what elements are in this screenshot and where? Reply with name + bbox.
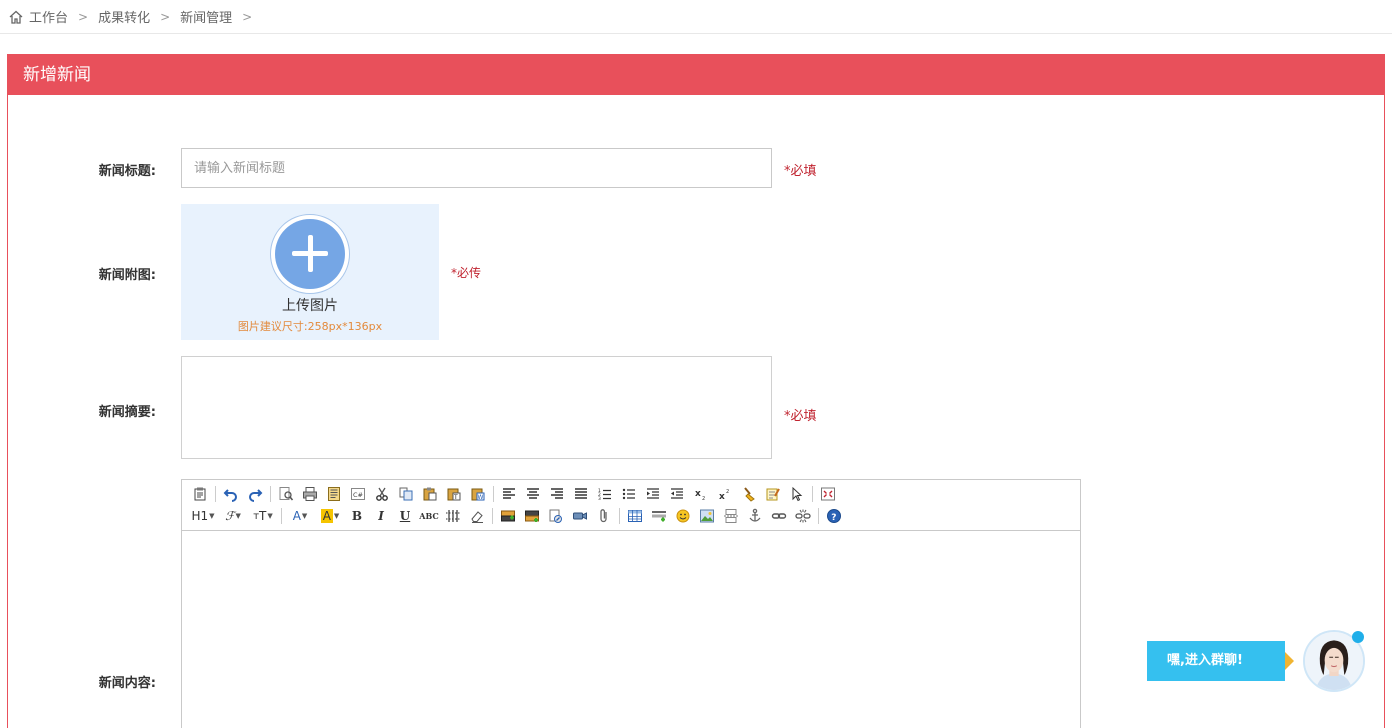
ordered-list-icon[interactable]: 123 (593, 484, 617, 504)
image-required-note: *必传 (451, 266, 482, 280)
breadcrumb-item-achievement[interactable]: 成果转化 (98, 7, 150, 26)
copy-icon[interactable] (394, 484, 418, 504)
page-break-icon[interactable] (719, 506, 743, 526)
horizontal-rule-icon[interactable] (441, 506, 465, 526)
attachment-icon[interactable] (592, 506, 616, 526)
subscript-icon[interactable]: x2 (689, 484, 713, 504)
align-left-icon[interactable] (497, 484, 521, 504)
panel-title: 新增新闻 (8, 55, 1384, 95)
paste-icon[interactable] (418, 484, 442, 504)
breadcrumb-separator-icon: > (242, 9, 253, 24)
anchor-frame-icon[interactable] (544, 506, 568, 526)
template-icon[interactable] (322, 484, 346, 504)
plus-icon (275, 219, 345, 289)
svg-text:W: W (478, 494, 484, 501)
font-family-dropdown[interactable]: ℱ ▼ (218, 506, 248, 526)
breadcrumb-separator-icon: > (78, 9, 89, 24)
paste-text-icon[interactable]: T (442, 484, 466, 504)
svg-text:3: 3 (598, 496, 601, 502)
help-icon[interactable]: ? (822, 506, 846, 526)
emotion-icon[interactable] (671, 506, 695, 526)
heading-dropdown[interactable]: H1 ▼ (188, 506, 218, 526)
undo-icon[interactable] (219, 484, 243, 504)
unordered-list-icon[interactable] (617, 484, 641, 504)
svg-text:?: ? (831, 513, 836, 523)
breadcrumb-separator-icon: > (160, 9, 171, 24)
chat-arrow-icon (1285, 652, 1294, 670)
redo-icon[interactable] (243, 484, 267, 504)
image-icon[interactable] (695, 506, 719, 526)
print-icon[interactable] (298, 484, 322, 504)
svg-text:x: x (719, 492, 725, 502)
format-brush-icon[interactable] (737, 484, 761, 504)
eraser-icon[interactable] (465, 506, 489, 526)
image-upload-button[interactable]: 上传图片 图片建议尺寸:258px*136px (181, 204, 439, 340)
anchor-icon[interactable] (743, 506, 767, 526)
svg-text:C#: C# (353, 491, 363, 499)
strikethrough-button[interactable]: ABC (417, 506, 441, 526)
font-size-dropdown[interactable]: т T ▼ (248, 506, 278, 526)
breadcrumb-item-news[interactable]: 新闻管理 (180, 7, 232, 26)
upload-size-hint: 图片建议尺寸:258px*136px (237, 320, 383, 333)
fullscreen-icon[interactable] (816, 484, 840, 504)
select-all-icon[interactable] (785, 484, 809, 504)
underline-button[interactable]: U (393, 506, 417, 526)
svg-text:2: 2 (726, 489, 729, 495)
bold-button[interactable]: B (345, 506, 369, 526)
rich-text-editor: C# T W 123 x2 x2 H1 ▼ ℱ ▼ т T ▼ A ▼ A ▼ … (181, 479, 1081, 728)
cut-icon[interactable] (370, 484, 394, 504)
join-group-chat-button[interactable]: 嘿,进入群聊! (1147, 641, 1285, 681)
breadcrumb: 工作台 > 成果转化 > 新闻管理 > (0, 0, 1392, 34)
unlink-icon[interactable] (791, 506, 815, 526)
news-summary-textarea[interactable] (181, 356, 772, 459)
insert-row-after-icon[interactable] (520, 506, 544, 526)
indent-icon[interactable] (641, 484, 665, 504)
upload-label: 上传图片 (282, 298, 338, 314)
italic-button[interactable]: I (369, 506, 393, 526)
title-label: 新闻标题: (98, 164, 156, 179)
outdent-icon[interactable] (665, 484, 689, 504)
align-right-icon[interactable] (545, 484, 569, 504)
align-center-icon[interactable] (521, 484, 545, 504)
editor-content-area[interactable] (182, 531, 1080, 728)
svg-text:T: T (453, 494, 458, 501)
auto-format-icon[interactable] (761, 484, 785, 504)
upload-circle (270, 214, 350, 294)
table-icon[interactable] (623, 506, 647, 526)
svg-text:x: x (695, 489, 701, 499)
content-label: 新闻内容: (98, 676, 156, 691)
code-icon[interactable]: C# (346, 484, 370, 504)
align-justify-icon[interactable] (569, 484, 593, 504)
image-label: 新闻附图: (98, 268, 156, 283)
insert-column-icon[interactable] (647, 506, 671, 526)
superscript-icon[interactable]: x2 (713, 484, 737, 504)
insert-row-before-icon[interactable] (496, 506, 520, 526)
video-icon[interactable] (568, 506, 592, 526)
summary-required-note: *必填 (784, 409, 817, 424)
notification-dot-icon (1352, 631, 1364, 643)
summary-label: 新闻摘要: (98, 405, 156, 420)
news-title-input[interactable] (181, 148, 772, 188)
breadcrumb-item-workbench[interactable]: 工作台 (29, 7, 68, 26)
svg-text:2: 2 (702, 496, 705, 502)
link-icon[interactable] (767, 506, 791, 526)
preview-icon[interactable] (274, 484, 298, 504)
source-icon[interactable] (188, 484, 212, 504)
font-color-dropdown[interactable]: A ▼ (285, 506, 315, 526)
title-required-note: *必填 (784, 164, 817, 179)
editor-toolbar: C# T W 123 x2 x2 H1 ▼ ℱ ▼ т T ▼ A ▼ A ▼ … (182, 480, 1080, 531)
paste-word-icon[interactable]: W (466, 484, 490, 504)
home-icon[interactable] (8, 9, 24, 25)
background-color-dropdown[interactable]: A ▼ (315, 506, 345, 526)
